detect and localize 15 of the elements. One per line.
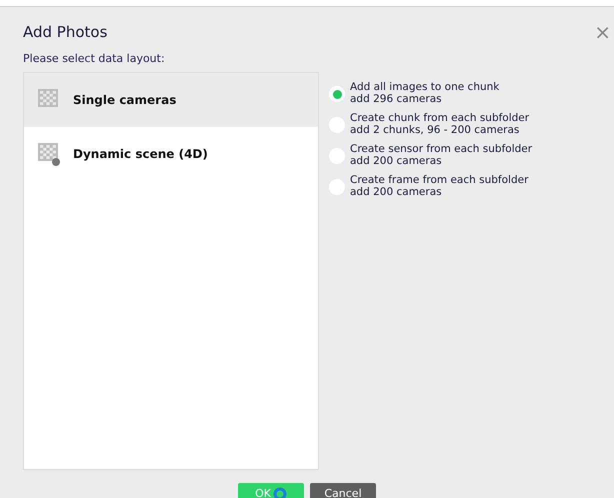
layout-item[interactable]: Single cameras xyxy=(24,73,318,127)
option-detail: add 296 cameras xyxy=(350,93,443,105)
option-label: Create sensor from each subfolder xyxy=(350,143,532,155)
option-label: Create frame from each subfolder xyxy=(350,174,528,186)
option-detail: add 200 cameras xyxy=(350,155,443,167)
window-title: Add Photos xyxy=(23,22,108,43)
radio-button[interactable] xyxy=(329,86,345,102)
checker-clock-icon xyxy=(37,142,61,166)
option-label: Create chunk from each subfolder xyxy=(350,112,530,124)
option-detail: add 2 chunks, 96 - 200 cameras xyxy=(350,124,520,136)
option-label: Add all images to one chunk xyxy=(350,81,500,93)
spinner-icon xyxy=(272,487,287,498)
option-detail: add 200 cameras xyxy=(350,186,443,198)
prompt-label: Please select data layout: xyxy=(23,50,166,66)
cancel-button[interactable]: Cancel xyxy=(310,483,376,498)
